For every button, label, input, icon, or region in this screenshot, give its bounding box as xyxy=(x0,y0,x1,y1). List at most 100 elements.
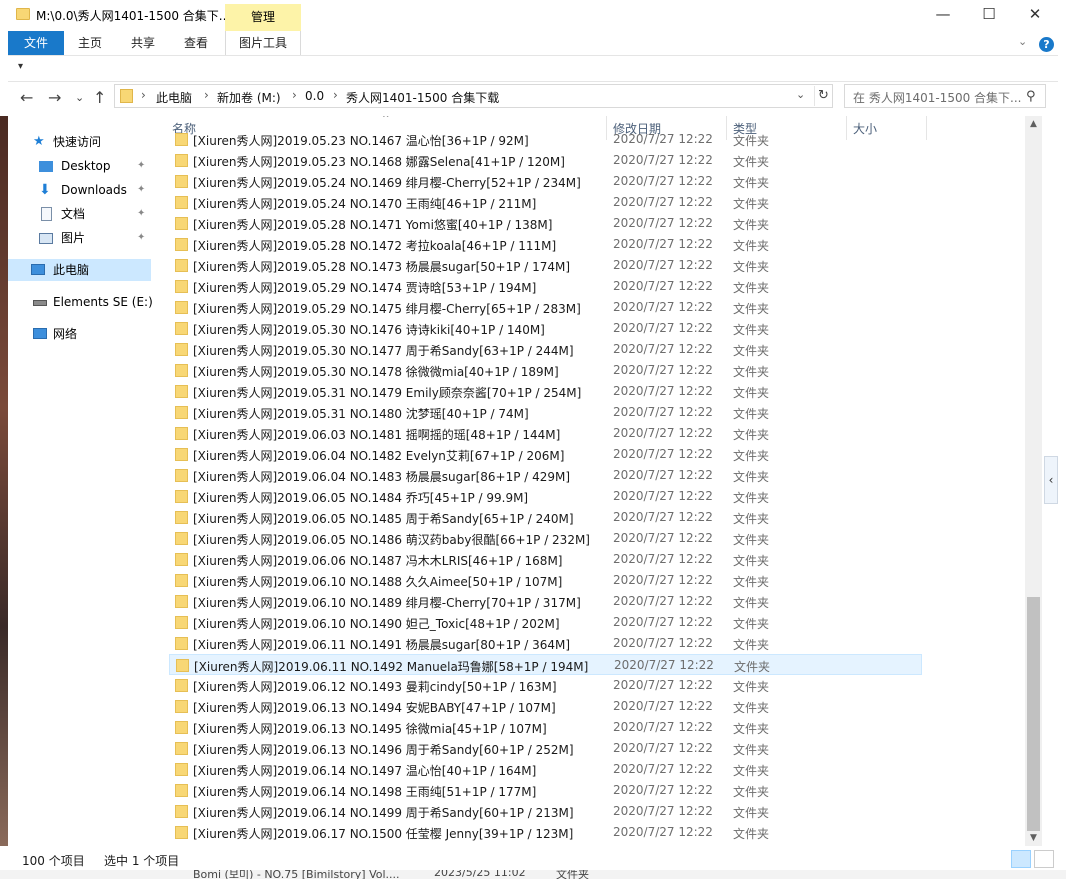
file-name: [Xiuren秀人网]2019.06.11 NO.1491 杨晨晨sugar[8… xyxy=(193,638,571,652)
search-box[interactable]: 在 秀人网1401-1500 合集下... ⚲ xyxy=(844,84,1046,108)
file-name: [Xiuren秀人网]2019.05.28 NO.1473 杨晨晨sugar[5… xyxy=(193,260,571,274)
file-row[interactable]: [Xiuren秀人网]2019.05.31 NO.1480 沈梦瑶[40+1P … xyxy=(169,402,922,423)
sort-ascending-icon: ^ xyxy=(382,116,390,124)
nav-this-pc[interactable]: 此电脑 xyxy=(8,259,151,281)
search-icon[interactable]: ⚲ xyxy=(1026,89,1036,104)
scroll-thumb[interactable] xyxy=(1027,597,1040,831)
scroll-up-icon[interactable]: ▲ xyxy=(1025,116,1042,132)
tab-picture-tools[interactable]: 图片工具 xyxy=(225,31,301,55)
nav-documents[interactable]: 文档 ✦ xyxy=(8,203,151,225)
tab-home[interactable]: 主页 xyxy=(68,31,112,55)
quick-access-toolbar: ▾ xyxy=(8,55,1058,82)
column-divider[interactable] xyxy=(926,116,927,140)
file-row[interactable]: [Xiuren秀人网]2019.06.10 NO.1489 绯月樱-Cherry… xyxy=(169,591,922,612)
file-row[interactable]: [Xiuren秀人网]2019.05.23 NO.1468 娜露Selena[4… xyxy=(169,150,922,171)
nav-quick-access[interactable]: ★ 快速访问 xyxy=(8,131,151,153)
file-row[interactable]: [Xiuren秀人网]2019.05.24 NO.1469 绯月樱-Cherry… xyxy=(169,171,922,192)
maximize-button[interactable]: ☐ xyxy=(966,0,1012,31)
file-row[interactable]: [Xiuren秀人网]2019.06.06 NO.1487 冯木木LRIS[46… xyxy=(169,549,922,570)
breadcrumb-drive[interactable]: 新加卷 (M:) xyxy=(217,89,281,106)
tab-view[interactable]: 查看 xyxy=(174,31,218,55)
address-bar[interactable]: › 此电脑 › 新加卷 (M:) › 0.0 › 秀人网1401-1500 合集… xyxy=(114,84,833,108)
breadcrumb-folder-0[interactable]: 0.0 xyxy=(305,89,324,103)
file-row[interactable]: [Xiuren秀人网]2019.06.17 NO.1500 任莹樱 Jenny[… xyxy=(169,822,922,843)
file-row[interactable]: [Xiuren秀人网]2019.05.28 NO.1471 Yomi悠蜜[40+… xyxy=(169,213,922,234)
file-row[interactable]: [Xiuren秀人网]2019.05.29 NO.1474 贾诗晗[53+1P … xyxy=(169,276,922,297)
file-date: 2020/7/27 12:22 xyxy=(613,300,713,314)
file-row[interactable]: [Xiuren秀人网]2019.06.04 NO.1483 杨晨晨sugar[8… xyxy=(169,465,922,486)
file-row[interactable]: [Xiuren秀人网]2019.05.29 NO.1475 绯月樱-Cherry… xyxy=(169,297,922,318)
tab-share[interactable]: 共享 xyxy=(121,31,165,55)
file-row[interactable]: [Xiuren秀人网]2019.05.30 NO.1476 诗诗kiki[40+… xyxy=(169,318,922,339)
large-icons-view-icon[interactable] xyxy=(1034,850,1054,868)
file-row[interactable]: [Xiuren秀人网]2019.06.10 NO.1490 妲己_Toxic[4… xyxy=(169,612,922,633)
help-icon[interactable]: ? xyxy=(1039,37,1054,52)
file-row[interactable]: [Xiuren秀人网]2019.06.05 NO.1484 乔巧[45+1P /… xyxy=(169,486,922,507)
breadcrumb-current[interactable]: 秀人网1401-1500 合集下载 xyxy=(346,89,499,106)
chevron-down-icon[interactable]: ⌄ xyxy=(1018,35,1027,48)
file-row[interactable]: [Xiuren秀人网]2019.06.04 NO.1482 Evelyn艾莉[6… xyxy=(169,444,922,465)
breadcrumb-this-pc[interactable]: 此电脑 xyxy=(156,89,192,106)
folder-icon xyxy=(175,448,188,461)
file-row[interactable]: [Xiuren秀人网]2019.05.31 NO.1479 Emily顾奈奈酱[… xyxy=(169,381,922,402)
file-row[interactable]: [Xiuren秀人网]2019.05.30 NO.1478 徐微微mia[40+… xyxy=(169,360,922,381)
forward-button[interactable]: → xyxy=(48,88,61,107)
file-row[interactable]: [Xiuren秀人网]2019.06.12 NO.1493 曼莉cindy[50… xyxy=(169,675,922,696)
file-row[interactable]: [Xiuren秀人网]2019.05.28 NO.1473 杨晨晨sugar[5… xyxy=(169,255,922,276)
file-date: 2020/7/27 12:22 xyxy=(613,783,713,797)
file-row[interactable]: [Xiuren秀人网]2019.06.13 NO.1496 周于希Sandy[6… xyxy=(169,738,922,759)
file-type: 文件夹 xyxy=(733,491,770,505)
preview-pane-toggle[interactable]: ‹ xyxy=(1044,456,1058,504)
tab-manage[interactable]: 管理 xyxy=(225,4,301,31)
file-row[interactable]: [Xiuren秀人网]2019.06.13 NO.1495 徐微mia[45+1… xyxy=(169,717,922,738)
tab-file[interactable]: 文件 xyxy=(8,31,64,55)
vertical-scrollbar[interactable]: ▲ ▼ xyxy=(1025,116,1042,846)
up-button[interactable]: ↑ xyxy=(93,88,106,107)
scroll-down-icon[interactable]: ▼ xyxy=(1025,830,1042,846)
folder-icon xyxy=(175,595,188,608)
file-date: 2020/7/27 12:22 xyxy=(613,825,713,839)
folder-icon xyxy=(175,175,188,188)
file-row[interactable]: [Xiuren秀人网]2019.05.30 NO.1477 周于希Sandy[6… xyxy=(169,339,922,360)
file-date: 2020/7/27 12:22 xyxy=(613,405,713,419)
nav-pictures[interactable]: 图片 ✦ xyxy=(8,227,151,249)
search-input[interactable]: 在 秀人网1401-1500 合集下... xyxy=(853,89,1021,106)
file-date: 2020/7/27 12:22 xyxy=(613,447,713,461)
customize-toolbar-icon[interactable]: ▾ xyxy=(18,61,23,72)
refresh-icon[interactable]: ↻ xyxy=(814,86,832,106)
file-row[interactable]: [Xiuren秀人网]2019.06.13 NO.1494 安妮BABY[47+… xyxy=(169,696,922,717)
file-name: [Xiuren秀人网]2019.06.04 NO.1482 Evelyn艾莉[6… xyxy=(193,449,565,463)
file-row[interactable]: [Xiuren秀人网]2019.06.05 NO.1485 周于希Sandy[6… xyxy=(169,507,922,528)
file-row[interactable]: [Xiuren秀人网]2019.06.14 NO.1497 温心怡[40+1P … xyxy=(169,759,922,780)
file-row[interactable]: [Xiuren秀人网]2019.06.05 NO.1486 萌汉药baby很酷[… xyxy=(169,528,922,549)
recent-locations-button[interactable]: ⌄ xyxy=(75,91,84,104)
file-row[interactable]: [Xiuren秀人网]2019.06.14 NO.1498 王雨纯[51+1P … xyxy=(169,780,922,801)
file-type: 文件夹 xyxy=(733,575,770,589)
folder-icon xyxy=(175,763,188,776)
file-row[interactable]: [Xiuren秀人网]2019.06.10 NO.1488 久久Aimee[50… xyxy=(169,570,922,591)
folder-icon xyxy=(175,301,188,314)
back-button[interactable]: ← xyxy=(20,88,33,107)
file-type: 文件夹 xyxy=(733,722,770,736)
file-date: 2020/7/27 12:22 xyxy=(613,468,713,482)
file-row[interactable]: [Xiuren秀人网]2019.06.14 NO.1499 周于希Sandy[6… xyxy=(169,801,922,822)
nav-drive-e[interactable]: Elements SE (E:) xyxy=(8,291,153,313)
folder-icon xyxy=(175,364,188,377)
nav-downloads[interactable]: ⬇ Downloads ✦ xyxy=(8,179,151,201)
file-row[interactable]: [Xiuren秀人网]2019.05.28 NO.1472 考拉koala[46… xyxy=(169,234,922,255)
file-row[interactable]: [Xiuren秀人网]2019.06.11 NO.1491 杨晨晨sugar[8… xyxy=(169,633,922,654)
file-row[interactable]: [Xiuren秀人网]2019.06.03 NO.1481 摇啊摇的瑶[48+1… xyxy=(169,423,922,444)
address-dropdown-icon[interactable]: ⌄ xyxy=(796,88,805,101)
file-type: 文件夹 xyxy=(733,239,770,253)
nav-desktop[interactable]: Desktop ✦ xyxy=(8,155,151,177)
file-date: 2020/7/27 12:22 xyxy=(613,321,713,335)
nav-network[interactable]: 网络 xyxy=(8,323,151,345)
minimize-button[interactable]: — xyxy=(920,0,966,31)
file-row[interactable]: [Xiuren秀人网]2019.06.11 NO.1492 Manuela玛鲁娜… xyxy=(169,654,922,675)
file-row[interactable]: [Xiuren秀人网]2019.05.23 NO.1467 温心怡[36+1P … xyxy=(169,129,922,150)
file-type: 文件夹 xyxy=(733,155,770,169)
file-row[interactable]: [Xiuren秀人网]2019.05.24 NO.1470 王雨纯[46+1P … xyxy=(169,192,922,213)
details-view-icon[interactable] xyxy=(1011,850,1031,868)
close-button[interactable]: ✕ xyxy=(1012,0,1058,31)
file-type: 文件夹 xyxy=(733,386,770,400)
